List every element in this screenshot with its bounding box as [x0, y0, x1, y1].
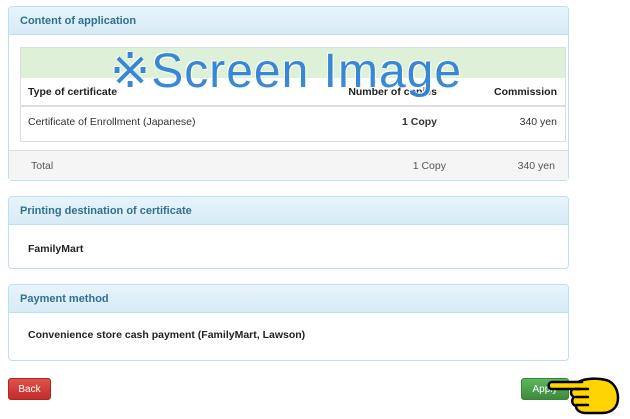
content-of-application-heading: Content of application [9, 7, 568, 35]
back-button[interactable]: Back [8, 378, 51, 400]
total-label: Total [31, 160, 54, 172]
payment-method-value: Convenience store cash payment (FamilyMa… [28, 329, 306, 341]
total-row: Total 1 Copy 340 yen [9, 150, 568, 180]
printing-destination-panel: Printing destination of certificate Fami… [8, 196, 569, 269]
payment-method-panel: Payment method Convenience store cash pa… [8, 284, 569, 361]
column-header-type: Type of certificate [28, 86, 118, 98]
column-header-commission: Commission [493, 86, 557, 98]
pointing-hand-icon [547, 377, 620, 415]
printing-destination-value: FamilyMart [28, 243, 84, 255]
total-commission: 340 yen [517, 160, 555, 172]
printing-destination-heading: Printing destination of certificate [9, 197, 568, 225]
copies-cell: 1 Copy [401, 116, 437, 128]
payment-method-heading: Payment method [9, 285, 568, 313]
table-row: Certificate of Enrollment (Japanese) 1 C… [21, 107, 565, 139]
total-copies: 1 Copy [412, 160, 446, 172]
certificate-type-cell: Certificate of Enrollment (Japanese) [28, 116, 196, 128]
screen-image-watermark: ※Screen Image [110, 45, 463, 98]
commission-cell: 340 yen [519, 116, 557, 128]
